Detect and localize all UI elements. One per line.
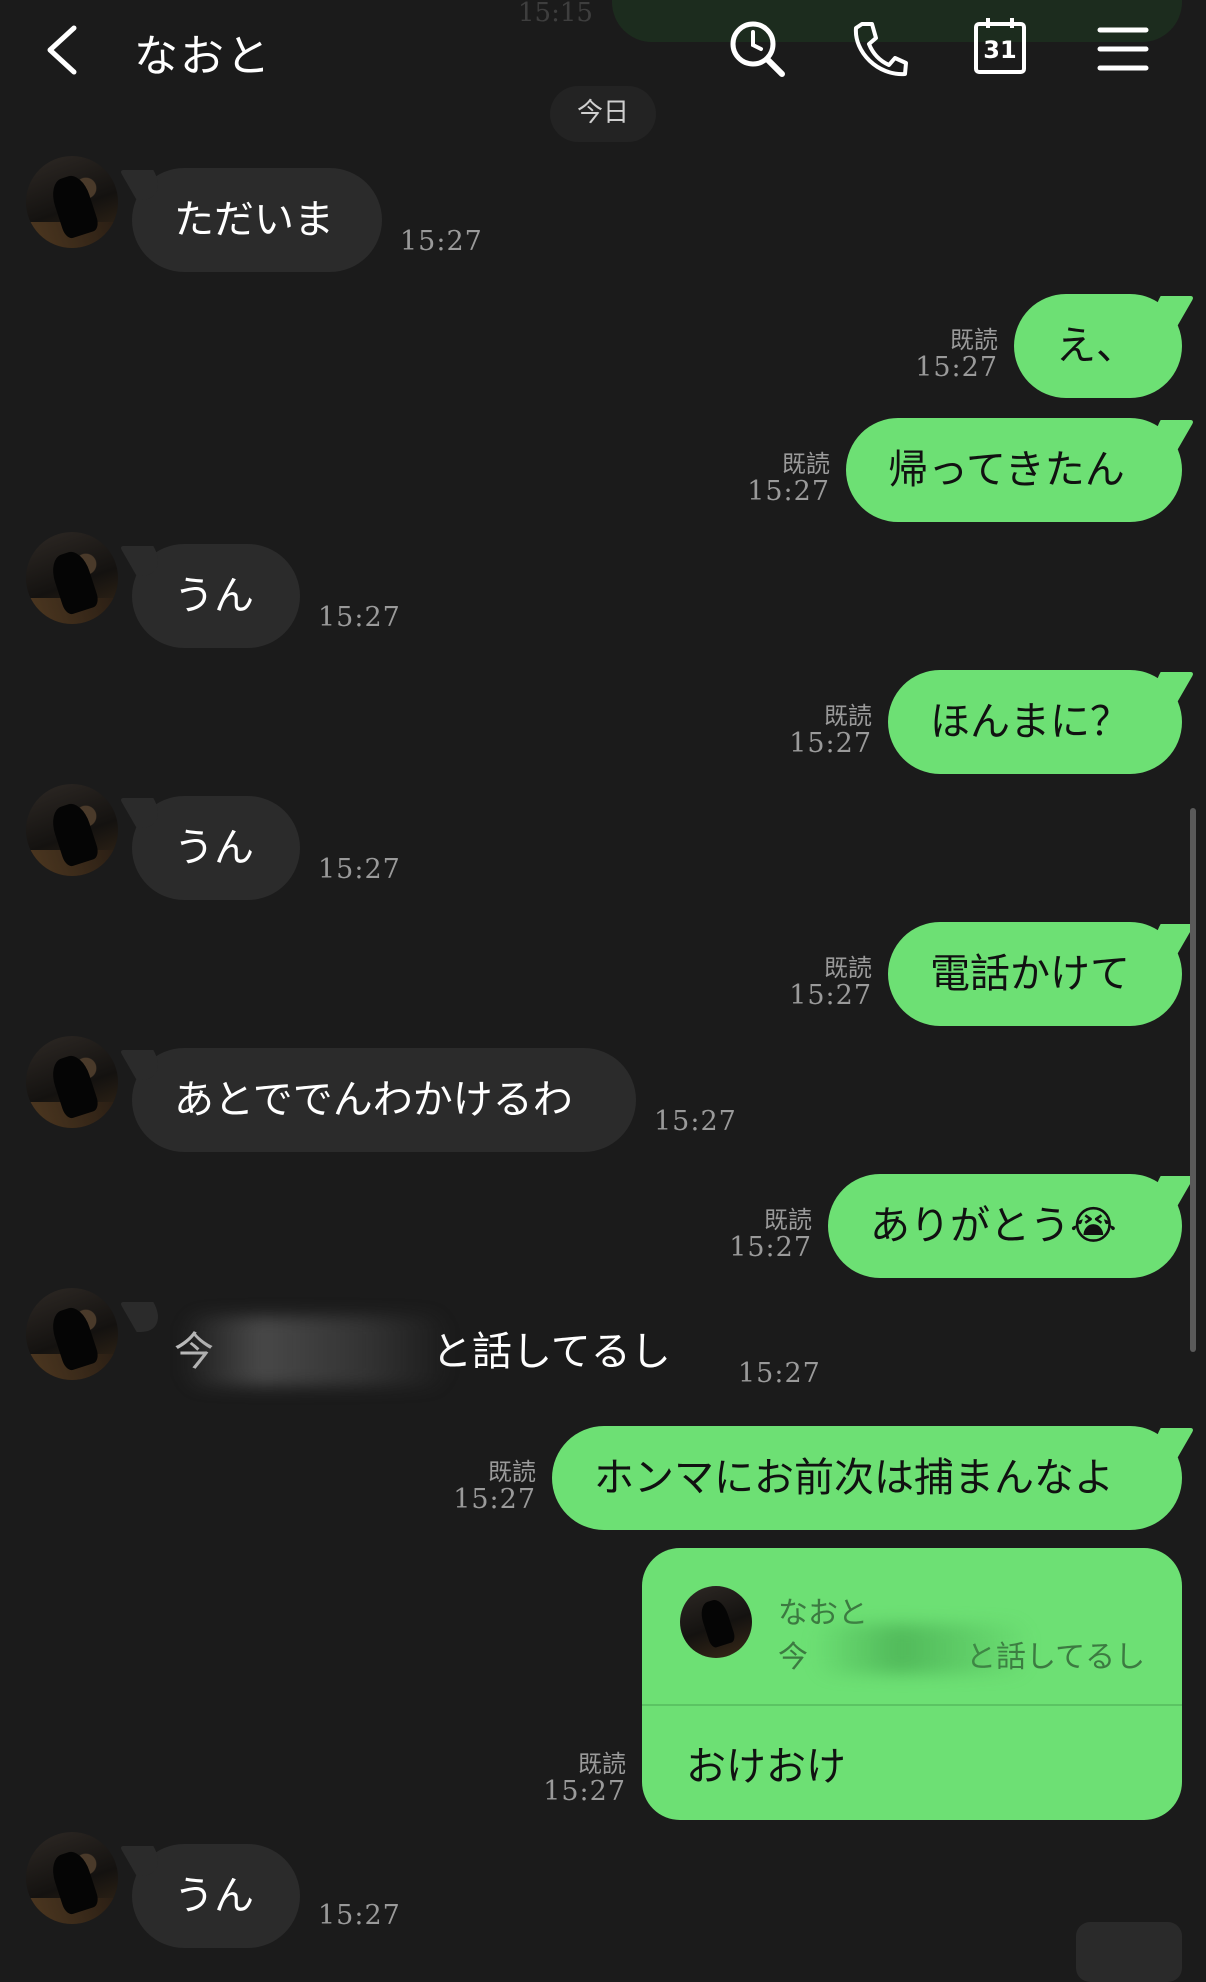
message-bubble[interactable]: 帰ってきたん: [846, 418, 1182, 522]
read-receipt: 既読: [782, 450, 830, 478]
message-bubble[interactable]: うん: [132, 1844, 300, 1948]
chat-title: なおと: [134, 31, 272, 82]
quoted-text-start: 今: [778, 1640, 808, 1675]
scrollbar[interactable]: [1190, 808, 1196, 1352]
message-time: 15:27: [789, 728, 872, 759]
date-divider-label: 今日: [576, 98, 629, 128]
message-time: 15:27: [654, 1106, 737, 1137]
reply-message-bubble[interactable]: なおと 今 と話してるし おけおけ: [642, 1548, 1182, 1820]
calendar-icon[interactable]: 31: [972, 16, 1028, 76]
avatar[interactable]: [26, 1036, 118, 1128]
read-receipt: 既読: [764, 1206, 812, 1234]
message-text-end: と話してるし: [432, 1329, 671, 1375]
redaction-blur: [180, 1316, 450, 1386]
message-time: 15:27: [318, 854, 401, 885]
message-time: 15:27: [400, 226, 483, 257]
back-icon[interactable]: [40, 22, 90, 78]
menu-icon[interactable]: [1092, 16, 1154, 82]
message-bubble[interactable]: ほんまに？: [888, 670, 1182, 774]
message-time: 15:27: [738, 1358, 821, 1389]
message-bubble[interactable]: ホンマにお前次は捕まんなよ: [552, 1426, 1182, 1530]
message-time: 15:27: [318, 602, 401, 633]
message-time: 15:27: [543, 1776, 626, 1807]
calendar-day: 31: [983, 36, 1017, 64]
search-icon[interactable]: [726, 16, 788, 82]
read-receipt: 既読: [824, 702, 872, 730]
message-bubble[interactable]: うん: [132, 544, 300, 648]
avatar[interactable]: [26, 1832, 118, 1924]
message-time: 15:27: [915, 352, 998, 383]
message-bubble[interactable]: あとででんわかけるわ: [132, 1048, 636, 1152]
reply-divider: [642, 1704, 1182, 1706]
redaction-blur: [812, 1624, 1032, 1674]
message-bubble[interactable]: え、: [1014, 294, 1182, 398]
read-receipt: 既読: [824, 954, 872, 982]
message-time: 15:27: [789, 980, 872, 1011]
message-time: 15:27: [453, 1484, 536, 1515]
message-time: 15:27: [729, 1232, 812, 1263]
scroll-to-bottom-button[interactable]: [1076, 1922, 1182, 1982]
avatar[interactable]: [26, 1288, 118, 1380]
message-bubble[interactable]: うん: [132, 796, 300, 900]
message-bubble[interactable]: ありがとう😭: [828, 1174, 1182, 1278]
message-time: 15:27: [747, 476, 830, 507]
message-bubble[interactable]: 電話かけて: [888, 922, 1182, 1026]
date-divider: 今日: [550, 86, 656, 142]
previous-message-time: 15:15: [518, 0, 593, 28]
chat-header: 15:15 なおと 31: [0, 0, 1206, 100]
read-receipt: 既読: [578, 1750, 626, 1778]
message-bubble[interactable]: ただいま: [132, 168, 382, 272]
read-receipt: 既読: [950, 326, 998, 354]
read-receipt: 既読: [488, 1458, 536, 1486]
avatar[interactable]: [26, 532, 118, 624]
reply-text: おけおけ: [686, 1744, 846, 1790]
message-time: 15:27: [318, 1900, 401, 1931]
avatar[interactable]: [26, 156, 118, 248]
avatar[interactable]: [26, 784, 118, 876]
quoted-message[interactable]: 今 と話してるし: [778, 1632, 1145, 1676]
quoted-avatar: [680, 1586, 752, 1658]
phone-icon[interactable]: [848, 16, 910, 82]
